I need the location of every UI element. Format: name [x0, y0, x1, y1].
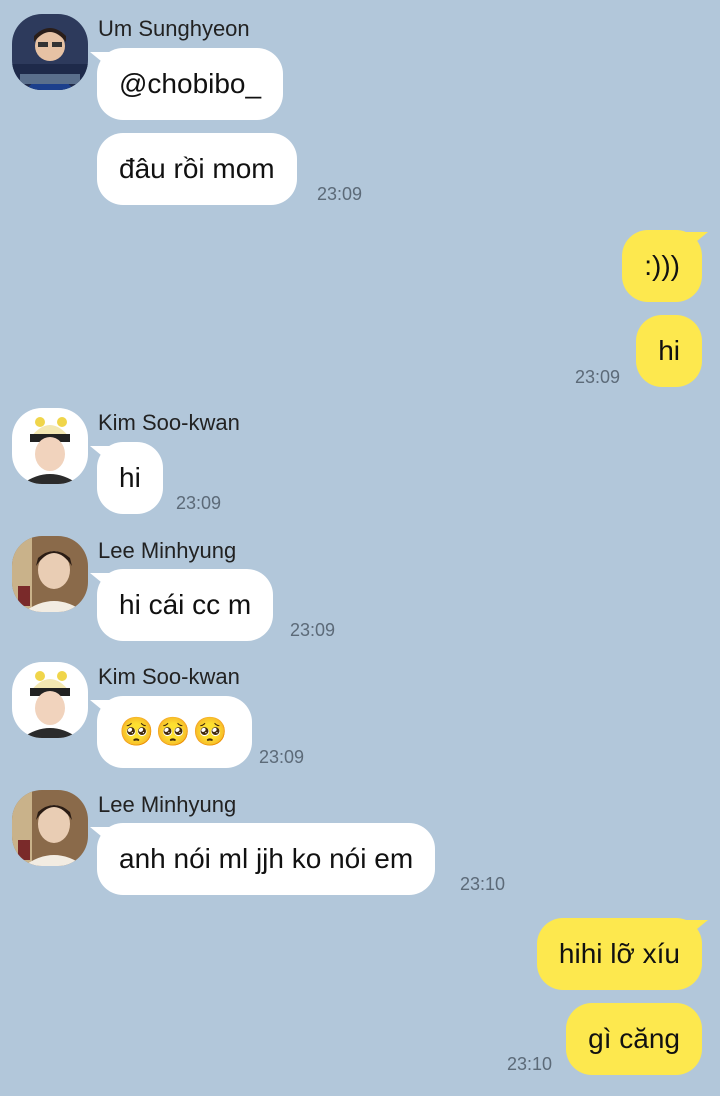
message-timestamp: 23:09 [575, 367, 621, 387]
profile-photo-icon [12, 536, 88, 612]
message-text: hihi lỡ xíu [558, 938, 680, 969]
bubble-tail [90, 827, 112, 845]
message-timestamp: 23:09 [259, 747, 305, 767]
sender-name: Lee Minhyung [98, 538, 237, 563]
avatar-lee-minhyung[interactable] [12, 536, 88, 612]
message-bubble[interactable]: 🥺🥺🥺 [97, 696, 252, 768]
message-bubble[interactable]: @chobibo_ [97, 48, 284, 120]
bubble-tail [90, 573, 112, 591]
message-bubble-outgoing[interactable]: hi [636, 315, 702, 387]
avatar-kim-soo-kwan[interactable] [12, 662, 88, 738]
message-timestamp: 23:09 [290, 620, 336, 640]
message-text: đâu rồi mom [119, 153, 275, 184]
avatar-um-sunghyeon[interactable] [12, 14, 88, 90]
message-bubble[interactable]: anh nói ml jjh ko nói em [97, 823, 436, 895]
message-text: gì căng [588, 1023, 680, 1054]
message-bubble[interactable]: đâu rồi mom [97, 133, 297, 205]
message-timestamp: 23:09 [317, 184, 363, 204]
profile-photo-icon [12, 408, 88, 484]
avatar-kim-soo-kwan[interactable] [12, 408, 88, 484]
profile-photo-icon [12, 790, 88, 866]
message-text: 🥺🥺🥺 [119, 715, 230, 748]
message-bubble-outgoing[interactable]: gì căng [566, 1003, 702, 1075]
message-text: hi [658, 335, 680, 366]
bubble-tail [90, 52, 112, 70]
message-bubble-outgoing[interactable]: hihi lỡ xíu [536, 918, 702, 990]
message-timestamp: 23:10 [460, 874, 506, 894]
bubble-tail [686, 232, 708, 250]
sender-name: Um Sunghyeon [98, 16, 250, 41]
bubble-tail [90, 446, 112, 464]
message-text: anh nói ml jjh ko nói em [119, 843, 414, 874]
profile-photo-icon [12, 14, 88, 90]
message-text: @chobibo_ [119, 68, 262, 99]
message-bubble[interactable]: hi cái cc m [97, 569, 274, 641]
bubble-tail [686, 920, 708, 938]
message-text: hi cái cc m [119, 589, 252, 620]
message-text: :))) [644, 250, 680, 281]
message-timestamp: 23:10 [507, 1054, 553, 1074]
message-timestamp: 23:09 [176, 493, 222, 513]
message-text: hi [119, 462, 141, 493]
sender-name: Lee Minhyung [98, 792, 237, 817]
avatar-lee-minhyung[interactable] [12, 790, 88, 866]
bubble-tail [90, 700, 112, 718]
sender-name: Kim Soo-kwan [98, 664, 240, 689]
profile-photo-icon [12, 662, 88, 738]
sender-name: Kim Soo-kwan [98, 410, 240, 435]
